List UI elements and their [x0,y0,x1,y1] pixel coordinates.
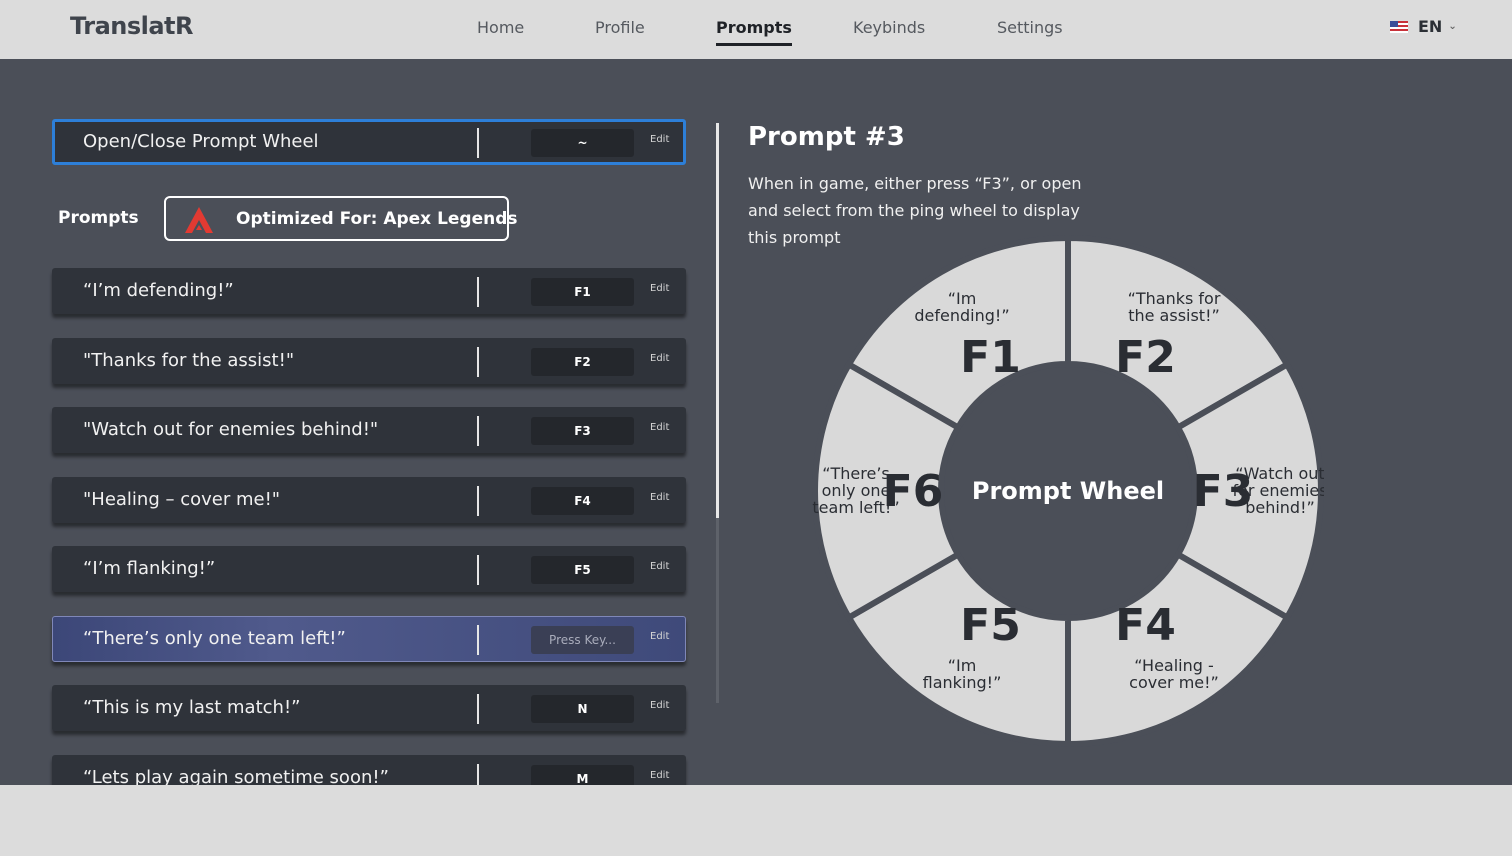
prompt-edit-button[interactable]: Edit [650,561,669,572]
prompt-edit-button[interactable]: Edit [650,353,669,364]
wheel-segment-key: F5 [960,600,1021,651]
app-logo[interactable]: TranslatR [70,12,194,40]
prompt-row[interactable]: “This is my last match!” N Edit [52,685,686,731]
wheel-segment-key: F1 [960,332,1021,383]
wheel-toggle-label: Open/Close Prompt Wheel [83,131,319,152]
row-separator [477,764,479,785]
nav-prompts[interactable]: Prompts [716,18,792,46]
prompt-detail-title: Prompt #3 [748,122,905,152]
prompt-key[interactable]: F4 [531,487,634,515]
language-code: EN [1418,17,1443,36]
prompts-heading: Prompts [58,208,139,228]
prompt-row[interactable]: “Lets play again sometime soon!” M Edit [52,755,686,785]
us-flag-icon [1390,20,1408,33]
prompt-edit-button[interactable]: Edit [650,631,669,642]
row-separator [477,416,479,446]
row-separator [477,625,479,655]
prompt-key-capture[interactable]: Press Key... [531,626,634,654]
prompt-row-listening[interactable]: “There’s only one team left!” Press Key.… [52,616,686,662]
wheel-center-label: Prompt Wheel [972,477,1164,505]
prompt-edit-button[interactable]: Edit [650,422,669,433]
game-badge-label: Optimized For: Apex Legends [236,209,518,229]
prompt-label: "Watch out for enemies behind!" [83,419,379,440]
prompt-label: "Healing – cover me!" [83,489,281,510]
prompt-key[interactable]: N [531,695,634,723]
prompt-key[interactable]: F2 [531,348,634,376]
row-separator [477,128,479,158]
chevron-down-icon: ⌄ [1448,21,1457,32]
prompt-key[interactable]: F1 [531,278,634,306]
prompt-label: “I’m defending!” [83,280,234,301]
row-separator [477,486,479,516]
row-separator [477,277,479,307]
prompt-key[interactable]: F5 [531,556,634,584]
row-separator [477,347,479,377]
wheel-segment-text: team left!” [812,498,899,517]
game-optimized-badge[interactable]: Optimized For: Apex Legends [164,196,518,241]
wheel-toggle-edit-button[interactable]: Edit [650,134,669,145]
prompt-label: “Lets play again sometime soon!” [83,767,389,785]
wheel-segment-text: behind!” [1245,498,1315,517]
prompt-key[interactable]: M [531,765,634,785]
prompt-row[interactable]: “I’m flanking!” F5 Edit [52,546,686,592]
prompt-row[interactable]: "Healing – cover me!" F4 Edit [52,477,686,523]
apex-legends-logo-icon [185,207,213,233]
scrollbar-thumb[interactable] [716,123,719,518]
prompt-edit-button[interactable]: Edit [650,492,669,503]
wheel-toggle-key[interactable]: ~ [531,129,634,157]
prompt-row[interactable]: "Thanks for the assist!" F2 Edit [52,338,686,384]
nav-active-underline [716,43,792,46]
nav-prompts-label: Prompts [716,18,792,37]
row-separator [477,555,479,585]
prompt-label: “I’m flanking!” [83,558,216,579]
prompt-row[interactable]: "Watch out for enemies behind!" F3 Edit [52,407,686,453]
prompt-row[interactable]: “I’m defending!” F1 Edit [52,268,686,314]
prompt-edit-button[interactable]: Edit [650,770,669,781]
prompt-key[interactable]: F3 [531,417,634,445]
wheel-toggle-row[interactable]: Open/Close Prompt Wheel ~ Edit [52,119,686,165]
wheel-segment-text: defending!” [914,306,1009,325]
prompt-edit-button[interactable]: Edit [650,283,669,294]
main-panel: Open/Close Prompt Wheel ~ Edit Prompts O… [0,59,1512,785]
language-selector[interactable]: EN ⌄ [1390,17,1457,36]
nav-keybinds[interactable]: Keybinds [853,18,925,37]
prompt-label: “There’s only one team left!” [83,628,346,649]
prompt-wheel: F1“Imdefending!”F2“Thanks forthe assist!… [812,235,1324,747]
nav-profile[interactable]: Profile [595,18,645,37]
top-nav-bar: TranslatR Home Profile Prompts Keybinds … [0,0,1512,59]
nav-settings[interactable]: Settings [997,18,1063,37]
wheel-segment-text: the assist!” [1128,306,1220,325]
footer-bar [0,785,1512,856]
wheel-segment-text: flanking!” [923,673,1002,692]
prompt-label: "Thanks for the assist!" [83,350,295,371]
row-separator [477,694,479,724]
wheel-segment-key: F2 [1115,332,1176,383]
prompt-label: “This is my last match!” [83,697,301,718]
prompt-edit-button[interactable]: Edit [650,700,669,711]
wheel-segment-key: F4 [1115,600,1176,651]
nav-home[interactable]: Home [477,18,524,37]
wheel-segment-text: cover me!” [1129,673,1219,692]
